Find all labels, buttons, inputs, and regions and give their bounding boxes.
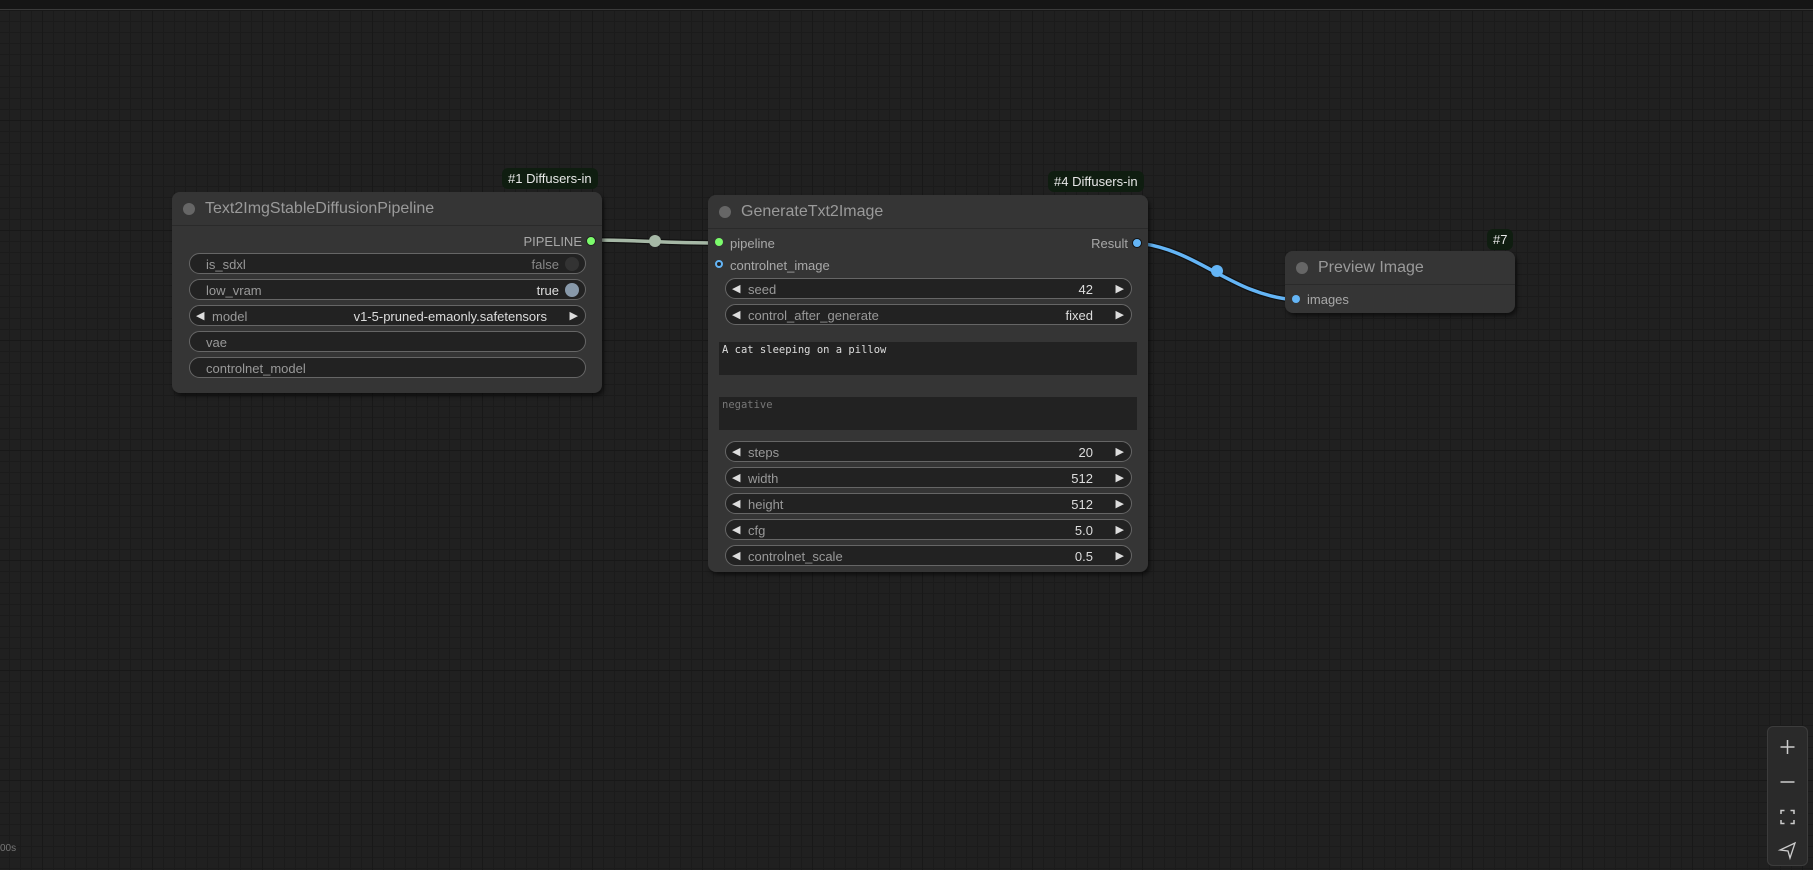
widget-label: controlnet_scale [748,549,843,564]
node-text2img-pipeline[interactable]: Text2ImgStableDiffusionPipeline PIPELINE… [172,192,602,393]
link-pipeline[interactable] [592,237,720,246]
arrow-left-icon[interactable]: ◀ [732,549,740,562]
output-label-result: Result [1091,236,1128,251]
widget-label: is_sdxl [206,257,246,272]
fullscreen-icon [1780,809,1795,825]
widget-label: low_vram [206,283,262,298]
collapse-dot-icon[interactable] [1296,262,1308,274]
input-slot-images-dot[interactable] [1292,295,1300,303]
arrow-right-icon[interactable]: ▶ [1116,471,1124,484]
input-label-controlnet-image: controlnet_image [730,258,830,273]
link-pipeline-midpoint[interactable] [649,235,661,247]
node-title-bar[interactable]: Preview Image [1285,251,1515,285]
arrow-left-icon[interactable]: ◀ [732,523,740,536]
arrow-right-icon[interactable]: ▶ [1116,308,1124,321]
link-result-midpoint[interactable] [1211,265,1223,277]
widget-steps[interactable]: ◀ steps 20 ▶ [725,441,1132,462]
widget-cfg[interactable]: ◀ cfg 5.0 ▶ [725,519,1132,540]
widget-height[interactable]: ◀ height 512 ▶ [725,493,1132,514]
input-label-images: images [1307,292,1349,307]
widget-label: width [748,471,779,486]
node-badge-generate: #4 Diffusers-in [1048,171,1144,192]
arrow-right-icon[interactable]: ▶ [1116,445,1124,458]
widget-value: 5.0 [1074,523,1093,538]
arrow-left-icon[interactable]: ◀ [732,308,740,321]
node-title-bar[interactable]: Text2ImgStableDiffusionPipeline [172,192,602,226]
negative-prompt-textarea[interactable]: negative [719,397,1137,430]
node-generate-txt2image[interactable]: GenerateTxt2Image pipeline controlnet_im… [708,195,1148,572]
node-badge-preview: #7 [1487,229,1514,250]
positive-prompt-textarea[interactable]: A cat sleeping on a pillow [719,342,1137,375]
collapse-dot-icon[interactable] [183,203,195,215]
canvas-zoom-controls [1767,726,1808,866]
widget-label: cfg [748,523,766,538]
output-label-pipeline: PIPELINE [523,234,582,249]
widget-label: steps [748,445,780,460]
minus-icon [1780,781,1795,783]
widget-is-sdxl[interactable]: is_sdxl false [189,253,586,274]
widget-width[interactable]: ◀ width 512 ▶ [725,467,1132,488]
zoom-in-button[interactable] [1768,732,1807,762]
arrow-right-icon[interactable]: ▶ [1116,497,1124,510]
widget-label: height [748,497,784,512]
send-arrow-icon [1777,841,1797,861]
output-slot-pipeline-dot[interactable] [586,236,596,246]
arrow-right-icon[interactable]: ▶ [1116,523,1124,536]
widget-model[interactable]: ◀ model v1-5-pruned-emaonly.safetensors … [189,305,586,326]
widget-seed[interactable]: ◀ seed 42 ▶ [725,278,1132,299]
widget-value: 0.5 [1074,549,1093,564]
widget-value: 512 [1071,471,1093,486]
collapse-dot-icon[interactable] [719,206,731,218]
fit-view-button[interactable] [1768,802,1807,832]
node-title: Preview Image [1318,259,1424,276]
widget-controlnet-model[interactable]: controlnet_model [189,357,586,378]
widget-low-vram[interactable]: low_vram true [189,279,586,300]
widget-value: true [536,283,559,298]
arrow-right-icon[interactable]: ▶ [1116,282,1124,295]
top-bar [0,0,1813,10]
input-label-pipeline: pipeline [730,236,775,251]
arrow-left-icon[interactable]: ◀ [732,497,740,510]
arrow-right-icon[interactable]: ▶ [570,309,578,322]
widget-value: 20 [1078,445,1093,460]
widget-vae[interactable]: vae [189,331,586,352]
arrow-left-icon[interactable]: ◀ [196,309,204,322]
plus-icon [1780,740,1795,754]
node-title-bar[interactable]: GenerateTxt2Image [708,195,1148,229]
widget-value: v1-5-pruned-emaonly.safetensors [353,309,547,324]
input-slot-pipeline-dot[interactable] [715,238,723,246]
toggle-on-icon[interactable] [565,283,579,297]
widget-control-after-generate[interactable]: ◀ control_after_generate fixed ▶ [725,304,1132,325]
arrow-right-icon[interactable]: ▶ [1116,549,1124,562]
node-preview-image[interactable]: Preview Image images [1285,251,1515,313]
widget-label: vae [206,335,227,350]
widget-value: 512 [1071,497,1093,512]
node-badge-pipeline: #1 Diffusers-in [502,168,598,189]
node-title: Text2ImgStableDiffusionPipeline [205,200,435,217]
arrow-left-icon[interactable]: ◀ [732,471,740,484]
widget-label: model [212,309,248,324]
link-result-line[interactable] [1137,241,1297,302]
widget-label: seed [748,282,777,297]
zoom-out-button[interactable] [1768,767,1807,797]
widget-label: control_after_generate [748,308,879,323]
widget-value: fixed [1065,308,1093,323]
arrow-left-icon[interactable]: ◀ [732,445,740,458]
arrow-left-icon[interactable]: ◀ [732,282,740,295]
widget-value: false [531,257,559,272]
widget-value: 42 [1078,282,1093,297]
toggle-off-icon[interactable] [565,257,579,271]
widget-label: controlnet_model [206,361,306,376]
input-slot-controlnet-image-dot[interactable] [715,260,723,268]
link-result[interactable] [1137,240,1297,303]
node-title: GenerateTxt2Image [741,203,884,220]
link-pipeline-line[interactable] [592,238,720,245]
locate-button[interactable] [1768,835,1807,865]
widget-controlnet-scale[interactable]: ◀ controlnet_scale 0.5 ▶ [725,545,1132,566]
status-text: 00s [0,843,17,854]
output-slot-result-dot[interactable] [1132,238,1142,248]
